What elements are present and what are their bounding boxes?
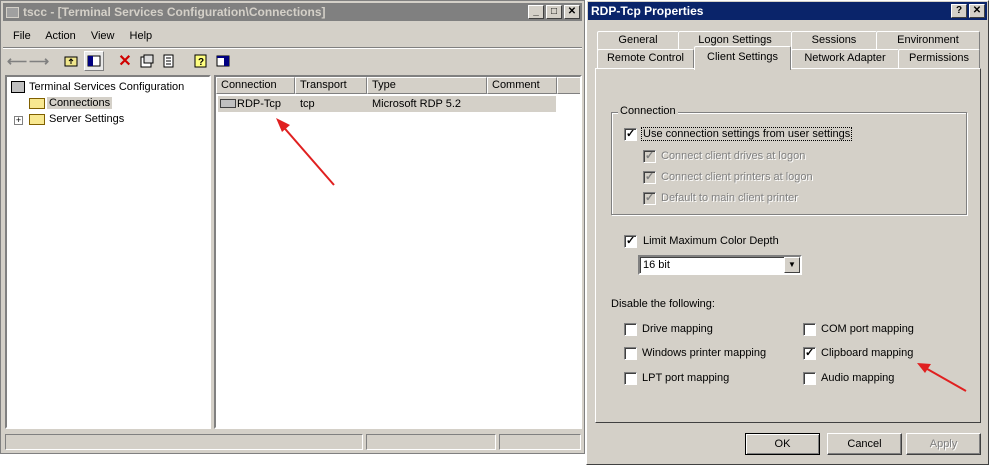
col-header-comment[interactable]: Comment (487, 77, 557, 94)
status-bar-pane-1 (5, 434, 363, 450)
toolbar: ⟵ ⟶ ✕ ? (7, 51, 247, 71)
up-folder-icon[interactable] (61, 51, 81, 71)
delete-icon[interactable]: ✕ (115, 51, 135, 71)
dialog-titlebar[interactable]: RDP-Tcp Properties ? ✕ (588, 2, 987, 20)
connect-printers-label: Connect client printers at logon (661, 171, 813, 183)
menu-divider (3, 47, 582, 49)
cancel-button[interactable]: Cancel (827, 433, 902, 455)
expand-icon[interactable]: + (14, 116, 23, 125)
connection-group-label: Connection (618, 105, 678, 117)
tab-remote-control[interactable]: Remote Control (597, 49, 694, 68)
folder-icon (29, 113, 45, 125)
forward-arrow-icon[interactable]: ⟶ (29, 51, 49, 71)
properties-dialog: RDP-Tcp Properties ? ✕ General Logon Set… (586, 0, 989, 465)
apply-button[interactable]: Apply (906, 433, 981, 455)
windows-printer-mapping-label[interactable]: Windows printer mapping (642, 347, 766, 359)
connect-printers-checkbox[interactable]: ✓ (643, 171, 656, 184)
export-list-icon[interactable] (159, 51, 179, 71)
app-icon (6, 6, 19, 18)
tree-item-server-settings[interactable]: Server Settings (29, 112, 124, 126)
help-icon[interactable]: ? (191, 51, 211, 71)
menu-action[interactable]: Action (45, 30, 76, 42)
annotation-arrow-icon (276, 118, 335, 186)
menu-view[interactable]: View (91, 30, 115, 42)
clipboard-mapping-label[interactable]: Clipboard mapping (821, 347, 913, 359)
lpt-port-mapping-checkbox[interactable] (624, 372, 637, 385)
minimize-button[interactable]: _ (528, 5, 544, 19)
help-button[interactable]: ? (951, 4, 967, 18)
use-user-settings-checkbox[interactable]: ✓ (624, 128, 637, 141)
connect-drives-checkbox[interactable]: ✓ (643, 150, 656, 163)
connect-drives-label: Connect client drives at logon (661, 150, 806, 162)
disable-label: Disable the following: (611, 298, 715, 310)
annotation-arrow-icon (917, 363, 967, 392)
col-header-connection[interactable]: Connection (216, 77, 295, 94)
color-depth-label[interactable]: Limit Maximum Color Depth (643, 235, 779, 247)
table-row[interactable]: RDP-Tcp tcp Microsoft RDP 5.2 (218, 96, 556, 112)
tree-root[interactable]: Terminal Services Configuration (11, 80, 184, 94)
close-button[interactable]: ✕ (564, 5, 580, 19)
lpt-port-mapping-label[interactable]: LPT port mapping (642, 372, 729, 384)
tab-environment[interactable]: Environment (876, 31, 980, 50)
default-printer-label: Default to main client printer (661, 192, 798, 204)
audio-mapping-label[interactable]: Audio mapping (821, 372, 894, 384)
show-hide-tree-icon[interactable] (84, 51, 104, 71)
computer-icon (11, 81, 25, 93)
windows-printer-mapping-checkbox[interactable] (624, 347, 637, 360)
mmc-titlebar[interactable]: tscc - [Terminal Services Configuration\… (3, 3, 582, 21)
ok-button[interactable]: OK (745, 433, 820, 455)
drive-mapping-label[interactable]: Drive mapping (642, 323, 713, 335)
mmc-window: tscc - [Terminal Services Configuration\… (0, 0, 585, 454)
color-depth-checkbox[interactable]: ✓ (624, 235, 637, 248)
maximize-button[interactable]: □ (546, 5, 562, 19)
tree-pane: Terminal Services Configuration Connecti… (5, 75, 211, 429)
tab-sessions[interactable]: Sessions (791, 31, 877, 50)
tab-client-settings[interactable]: Client Settings (694, 46, 791, 70)
status-bar-pane-2 (366, 434, 496, 450)
svg-text:?: ? (198, 57, 204, 68)
audio-mapping-checkbox[interactable] (803, 372, 816, 385)
dialog-close-button[interactable]: ✕ (969, 4, 985, 18)
menu-help[interactable]: Help (130, 30, 153, 42)
tab-permissions[interactable]: Permissions (898, 49, 980, 68)
col-header-filler (557, 77, 580, 94)
use-user-settings-label[interactable]: Use connection settings from user settin… (640, 127, 853, 141)
tree-item-connections[interactable]: Connections (29, 96, 113, 110)
clipboard-mapping-checkbox[interactable]: ✓ (803, 347, 816, 360)
color-depth-value: 16 bit (643, 259, 670, 271)
col-header-type[interactable]: Type (367, 77, 487, 94)
dialog-title: RDP-Tcp Properties (591, 4, 704, 18)
status-bar-pane-3 (499, 434, 581, 450)
tab-network-adapter[interactable]: Network Adapter (791, 49, 899, 68)
chevron-down-icon[interactable]: ▼ (784, 257, 800, 273)
tab-page: Connection ✓ Use connection settings fro… (595, 68, 981, 423)
com-port-mapping-label[interactable]: COM port mapping (821, 323, 914, 335)
default-printer-checkbox[interactable]: ✓ (643, 192, 656, 205)
network-icon (220, 99, 236, 108)
com-port-mapping-checkbox[interactable] (803, 323, 816, 336)
color-depth-select[interactable]: 16 bit ▼ (638, 255, 802, 275)
drive-mapping-checkbox[interactable] (624, 323, 637, 336)
action-pane-icon[interactable] (213, 51, 233, 71)
menu-file[interactable]: File (13, 30, 31, 42)
col-header-transport[interactable]: Transport (295, 77, 367, 94)
properties-icon[interactable] (137, 51, 157, 71)
mmc-title: tscc - [Terminal Services Configuration\… (23, 5, 326, 19)
menu-bar: File Action View Help (13, 30, 164, 46)
tab-general[interactable]: General (597, 31, 679, 50)
folder-open-icon (29, 97, 45, 109)
back-arrow-icon[interactable]: ⟵ (7, 51, 27, 71)
